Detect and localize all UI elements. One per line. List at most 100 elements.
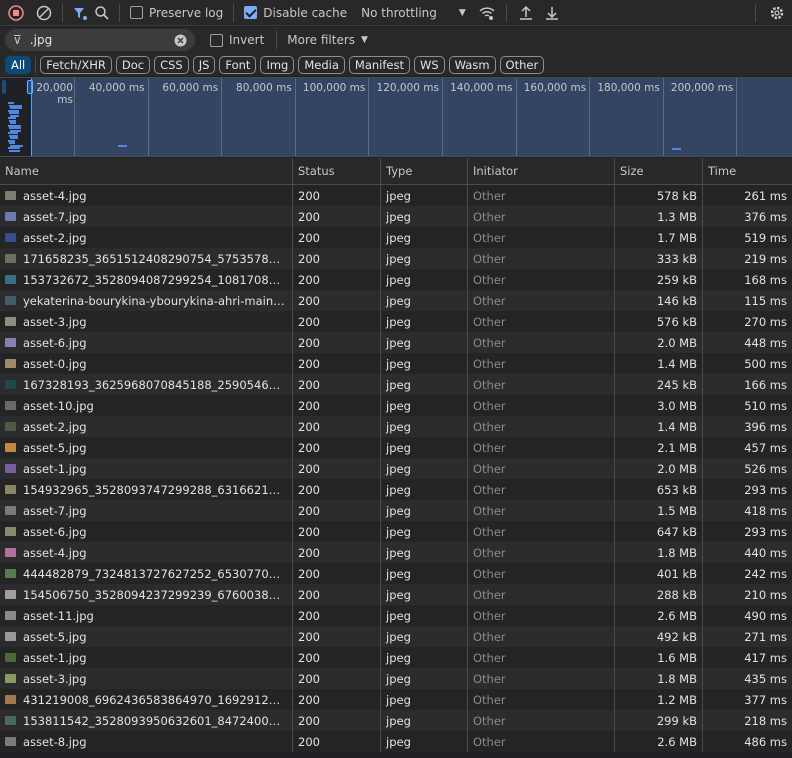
name-cell[interactable]: 171658235_3651512408290754_5753578720… <box>0 248 293 269</box>
name-cell[interactable]: asset-6.jpg <box>0 332 293 353</box>
column-header-initiator[interactable]: Initiator <box>468 158 615 184</box>
filter-toggle-button[interactable] <box>69 0 91 26</box>
table-row[interactable]: asset-5.jpg 200 jpeg Other 2.1 MB 457 ms <box>0 437 792 458</box>
table-row[interactable]: asset-10.jpg 200 jpeg Other 3.0 MB 510 ms <box>0 395 792 416</box>
table-row[interactable]: asset-2.jpg 200 jpeg Other 1.7 MB 519 ms <box>0 227 792 248</box>
name-cell[interactable]: asset-8.jpg <box>0 731 293 752</box>
filter-value: .jpg <box>29 33 53 47</box>
checkbox-unchecked[interactable] <box>130 6 143 19</box>
timeline-overview[interactable]: 20,000 ms 40,000 ms 60,000 ms 80,000 ms 100,… <box>0 77 792 157</box>
name-cell[interactable]: asset-3.jpg <box>0 668 293 689</box>
table-row[interactable]: 171658235_3651512408290754_5753578720… 20… <box>0 248 792 269</box>
search-button[interactable] <box>91 0 113 26</box>
name-cell[interactable]: yekaterina-bourykina-ybourykina-ahri-mai… <box>0 290 293 311</box>
type-filter-font[interactable]: Font <box>219 55 257 74</box>
name-cell[interactable]: asset-2.jpg <box>0 227 293 248</box>
table-row[interactable]: asset-7.jpg 200 jpeg Other 1.3 MB 376 ms <box>0 206 792 227</box>
checkbox-checked[interactable] <box>244 6 258 19</box>
table-row[interactable]: asset-11.jpg 200 jpeg Other 2.6 MB 490 ms <box>0 605 792 626</box>
table-row[interactable]: 431219008_6962436583864970_1692912657… 20… <box>0 689 792 710</box>
name-cell[interactable]: asset-11.jpg <box>0 605 293 626</box>
name-cell[interactable]: 167328193_3625968070845188_2590546094… <box>0 374 293 395</box>
name-cell[interactable]: asset-5.jpg <box>0 437 293 458</box>
type-cell: jpeg <box>381 584 468 605</box>
type-filter-ws[interactable]: WS <box>413 55 445 74</box>
type-filter-img[interactable]: Img <box>260 55 295 74</box>
column-header-size[interactable]: Size <box>615 158 703 184</box>
type-filter-wasm[interactable]: Wasm <box>448 55 496 74</box>
type-filter-js[interactable]: JS <box>192 55 216 74</box>
name-cell[interactable]: 444482879_7324813727627252_6530770705… <box>0 563 293 584</box>
range-handle-left[interactable] <box>2 80 6 94</box>
name-cell[interactable]: asset-1.jpg <box>0 458 293 479</box>
name-cell[interactable]: asset-7.jpg <box>0 500 293 521</box>
name-cell[interactable]: asset-4.jpg <box>0 185 293 206</box>
request-bar <box>672 148 681 150</box>
more-filters-button[interactable]: More filters ▼ <box>283 27 368 53</box>
request-name: asset-7.jpg <box>23 209 87 224</box>
table-row[interactable]: asset-1.jpg 200 jpeg Other 2.0 MB 526 ms <box>0 458 792 479</box>
table-row[interactable]: asset-3.jpg 200 jpeg Other 1.8 MB 435 ms <box>0 668 792 689</box>
name-cell[interactable]: asset-5.jpg <box>0 626 293 647</box>
name-cell[interactable]: asset-3.jpg <box>0 311 293 332</box>
name-cell[interactable]: asset-4.jpg <box>0 542 293 563</box>
table-row[interactable]: 153811542_3528093950632601_8472400739… 20… <box>0 710 792 731</box>
name-cell[interactable]: 431219008_6962436583864970_1692912657… <box>0 689 293 710</box>
invert-checkbox[interactable]: Invert <box>210 27 264 53</box>
table-row[interactable]: asset-0.jpg 200 jpeg Other 1.4 MB 500 ms <box>0 353 792 374</box>
table-row[interactable]: asset-8.jpg 200 jpeg Other 2.6 MB 486 ms <box>0 731 792 752</box>
name-cell[interactable]: 154932965_3528093747299288_6316621844… <box>0 479 293 500</box>
status-cell: 200 <box>293 479 381 500</box>
name-cell[interactable]: asset-0.jpg <box>0 353 293 374</box>
clear-filter-icon[interactable] <box>174 34 187 47</box>
table-row[interactable]: asset-4.jpg 200 jpeg Other 1.8 MB 440 ms <box>0 542 792 563</box>
table-row[interactable]: 154932965_3528093747299288_6316621844… 20… <box>0 479 792 500</box>
column-header-status[interactable]: Status <box>293 158 381 184</box>
table-row[interactable]: asset-7.jpg 200 jpeg Other 1.5 MB 418 ms <box>0 500 792 521</box>
type-filter-other[interactable]: Other <box>499 55 545 74</box>
name-cell[interactable]: asset-10.jpg <box>0 395 293 416</box>
preserve-log-checkbox[interactable]: Preserve log <box>126 0 227 26</box>
column-header-time[interactable]: Time <box>703 158 792 184</box>
table-row[interactable]: yekaterina-bourykina-ybourykina-ahri-mai… <box>0 290 792 311</box>
table-row[interactable]: asset-1.jpg 200 jpeg Other 1.6 MB 417 ms <box>0 647 792 668</box>
type-filter-all[interactable]: All <box>5 55 32 74</box>
table-row[interactable]: asset-5.jpg 200 jpeg Other 492 kB 271 ms <box>0 626 792 647</box>
name-cell[interactable]: 153811542_3528093950632601_8472400739… <box>0 710 293 731</box>
export-har-button[interactable] <box>539 0 565 26</box>
type-filter-doc[interactable]: Doc <box>115 55 151 74</box>
name-cell[interactable]: asset-1.jpg <box>0 647 293 668</box>
filter-input[interactable]: ⊽ .jpg <box>5 29 195 51</box>
disable-cache-checkbox[interactable]: Disable cache <box>240 0 351 26</box>
throttling-select[interactable]: No throttling ▼ <box>351 0 474 26</box>
table-row[interactable]: 153732672_3528094087299254_1081708062… 20… <box>0 269 792 290</box>
table-row[interactable]: asset-4.jpg 200 jpeg Other 578 kB 261 ms <box>0 185 792 206</box>
time-cell: 261 ms <box>744 188 787 203</box>
size-cell: 245 kB <box>615 374 703 395</box>
name-cell[interactable]: 153732672_3528094087299254_1081708062… <box>0 269 293 290</box>
table-row[interactable]: asset-2.jpg 200 jpeg Other 1.4 MB 396 ms <box>0 416 792 437</box>
column-header-name[interactable]: Name <box>0 158 293 184</box>
clear-button[interactable] <box>32 0 56 26</box>
settings-button[interactable] <box>762 0 792 26</box>
table-row[interactable]: asset-3.jpg 200 jpeg Other 576 kB 270 ms <box>0 311 792 332</box>
type-cell: jpeg <box>381 731 468 752</box>
name-cell[interactable]: asset-2.jpg <box>0 416 293 437</box>
table-row[interactable]: 167328193_3625968070845188_2590546094… 20… <box>0 374 792 395</box>
type-filter-css[interactable]: CSS <box>154 55 189 74</box>
table-row[interactable]: 444482879_7324813727627252_6530770705… 20… <box>0 563 792 584</box>
table-row[interactable]: asset-6.jpg 200 jpeg Other 647 kB 293 ms <box>0 521 792 542</box>
network-conditions-button[interactable] <box>474 0 500 26</box>
checkbox-unchecked[interactable] <box>210 33 223 47</box>
import-har-button[interactable] <box>513 0 539 26</box>
stop-recording-button[interactable] <box>0 0 32 26</box>
name-cell[interactable]: asset-7.jpg <box>0 206 293 227</box>
table-row[interactable]: 154506750_3528094237299239_6760038895… 20… <box>0 584 792 605</box>
type-filter-media[interactable]: Media <box>298 55 345 74</box>
type-filter-fetchxhr[interactable]: Fetch/XHR <box>40 55 112 74</box>
name-cell[interactable]: asset-6.jpg <box>0 521 293 542</box>
name-cell[interactable]: 154506750_3528094237299239_6760038895… <box>0 584 293 605</box>
column-header-type[interactable]: Type <box>381 158 468 184</box>
type-filter-manifest[interactable]: Manifest <box>348 55 410 74</box>
table-row[interactable]: asset-6.jpg 200 jpeg Other 2.0 MB 448 ms <box>0 332 792 353</box>
